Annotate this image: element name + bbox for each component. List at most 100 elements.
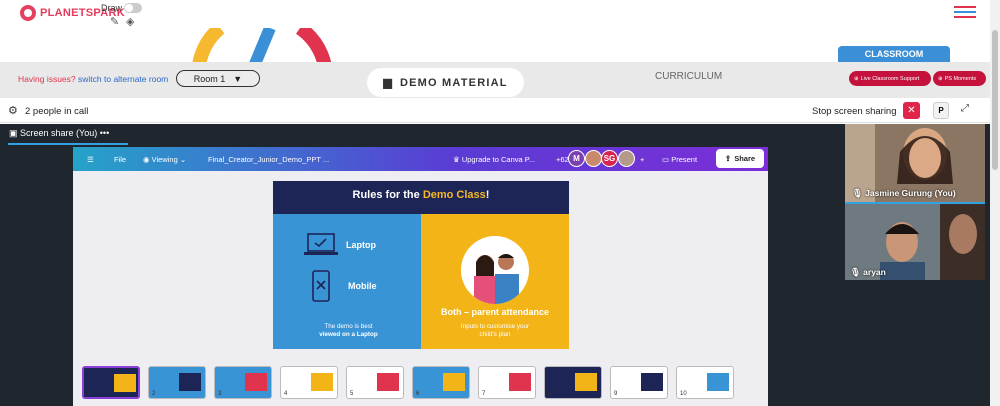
expand-icon[interactable]: ⤢ [961, 103, 969, 114]
room-label: Room 1 [193, 73, 226, 84]
avatar[interactable] [585, 150, 602, 167]
viewing-label: Viewing [151, 155, 178, 164]
chevron-down-icon: ⌄ [179, 155, 187, 164]
slide-thumbnail[interactable]: 8 [544, 366, 602, 399]
menu-icon[interactable] [954, 6, 976, 20]
live-support-button[interactable]: ⊕ Live Classroom Support [849, 71, 931, 86]
classroom-tab[interactable]: CLASSROOM [838, 46, 950, 62]
issues-text: Having issues? switch to alternate room [18, 74, 168, 84]
more-options-icon[interactable]: ••• [100, 128, 109, 138]
document-title[interactable]: Final_Creator_Junior_Demo_PPT ... [208, 155, 329, 164]
right-title: Both – parent attendance [440, 307, 550, 317]
gear-icon[interactable]: ⚙ [8, 104, 18, 117]
scrollbar-thumb[interactable] [992, 30, 998, 170]
thumbnail-accent [575, 373, 597, 391]
demo-material-button[interactable]: ▆ DEMO MATERIAL [367, 68, 524, 97]
right-note-line: Inputs to customise your [460, 323, 530, 330]
screen-share-label: ▣ Screen share (You) ••• [9, 128, 109, 139]
participant-name-label: Jasmine Gurung (You) [865, 188, 956, 198]
thumbnail-number: 9 [614, 391, 618, 397]
slide-title-highlight: Demo Class [422, 189, 486, 201]
slide-thumbnail[interactable]: 1 [82, 366, 140, 399]
add-collaborator-button[interactable]: + [640, 155, 644, 164]
hamburger-icon[interactable]: ☰ [87, 155, 94, 164]
folder-icon: ▆ [383, 77, 393, 89]
avatar[interactable]: SG [601, 150, 618, 167]
present-button[interactable]: ▭ Present [662, 155, 697, 164]
thumbnail-number: 2 [152, 391, 156, 397]
stop-sharing-button[interactable]: ✕ [903, 102, 920, 119]
caret-down-icon: ▼ [233, 73, 243, 84]
thumbnail-accent [311, 373, 333, 391]
switch-room-link[interactable]: switch to alternate room [78, 74, 168, 84]
present-label: Present [671, 155, 698, 164]
file-menu[interactable]: File [114, 155, 126, 164]
people-count: 2 people in call [25, 106, 89, 117]
participant-name-label: aryan [863, 267, 886, 277]
stop-sharing-label: Stop screen sharing [812, 106, 897, 117]
screen-icon: ▣ [9, 128, 18, 138]
right-note: Inputs to customise your child's plan [440, 323, 550, 339]
thumbnail-accent [245, 373, 267, 391]
pin-button[interactable]: P [933, 102, 949, 119]
canva-share-button[interactable]: ⇪ Share [716, 149, 764, 168]
upgrade-link[interactable]: ♛ Upgrade to Canva P... [453, 155, 535, 164]
live-support-label: Live Classroom Support [860, 75, 920, 82]
microphone-icon: 🎙 [850, 267, 861, 277]
parents-photo [461, 236, 529, 304]
thumbnail-number: 6 [416, 391, 420, 397]
thumbnail-accent [443, 373, 465, 391]
slide-thumbnail[interactable]: 2 [148, 366, 206, 399]
mobile-label: Mobile [348, 281, 377, 291]
ps-moments-label: PS Moments [944, 75, 977, 82]
laptop-icon [304, 233, 338, 255]
plus-circle-icon: ⊕ [938, 75, 943, 82]
parents-illustration [474, 254, 519, 304]
slide-thumbnail[interactable]: 9 [610, 366, 668, 399]
avatar[interactable]: M [568, 150, 585, 167]
curriculum-tab[interactable]: CURRICULUM [655, 71, 722, 82]
slide-thumbnail[interactable]: 5 [346, 366, 404, 399]
right-note-line: child's plan [479, 331, 511, 338]
pencil-icon[interactable]: ✎ [110, 15, 119, 28]
avatar[interactable] [618, 150, 635, 167]
plus-circle-icon: ⊕ [854, 75, 859, 82]
thumbnail-accent [179, 373, 201, 391]
thumbnail-number: 3 [218, 391, 222, 397]
thumbnail-accent [707, 373, 729, 391]
thumbnail-number: 8 [548, 391, 552, 397]
participant-name: 🎙 aryan [850, 267, 886, 278]
issues-label: Having issues? [18, 74, 76, 84]
slide-thumbnail[interactable]: 4 [280, 366, 338, 399]
thumbnail-number: 1 [87, 390, 91, 396]
eye-icon: ◉ [143, 155, 150, 164]
thumbnail-accent [114, 374, 136, 392]
crown-icon: ♛ [453, 155, 460, 164]
upload-icon: ⇪ [724, 154, 732, 163]
laptop-label: Laptop [346, 240, 376, 250]
thumbnail-number: 4 [284, 391, 288, 397]
room-select[interactable]: Room 1 ▼ [176, 70, 260, 87]
left-note-line: The demo is best [324, 323, 373, 330]
eraser-icon[interactable]: ◈ [126, 15, 134, 28]
slide-thumbnail[interactable]: 10 [676, 366, 734, 399]
thumbnail-number: 10 [680, 391, 687, 397]
viewing-menu[interactable]: ◉ Viewing ⌄ [143, 155, 186, 164]
draw-toggle[interactable] [124, 3, 142, 13]
top-bar [0, 0, 1000, 30]
share-label: Share [734, 154, 756, 163]
thumbnail-number: 5 [350, 391, 354, 397]
mobile-icon [312, 270, 330, 302]
thumbnail-accent [377, 373, 399, 391]
slide-thumbnail[interactable]: 7 [478, 366, 536, 399]
slide-thumbnail[interactable]: 3 [214, 366, 272, 399]
slide-title-part: Rules for the [352, 189, 420, 201]
participant-name: 🎙 Jasmine Gurung (You) [852, 188, 956, 199]
left-note: The demo is best viewed on a Laptop [296, 323, 401, 339]
left-note-line: viewed on a Laptop [319, 331, 378, 338]
draw-label: Draw [101, 3, 123, 13]
slide-title: Rules for the Demo Class! [273, 189, 569, 201]
slide-thumbnail[interactable]: 6 [412, 366, 470, 399]
slide-title-end: ! [485, 189, 490, 201]
ps-moments-button[interactable]: ⊕ PS Moments [933, 71, 986, 86]
